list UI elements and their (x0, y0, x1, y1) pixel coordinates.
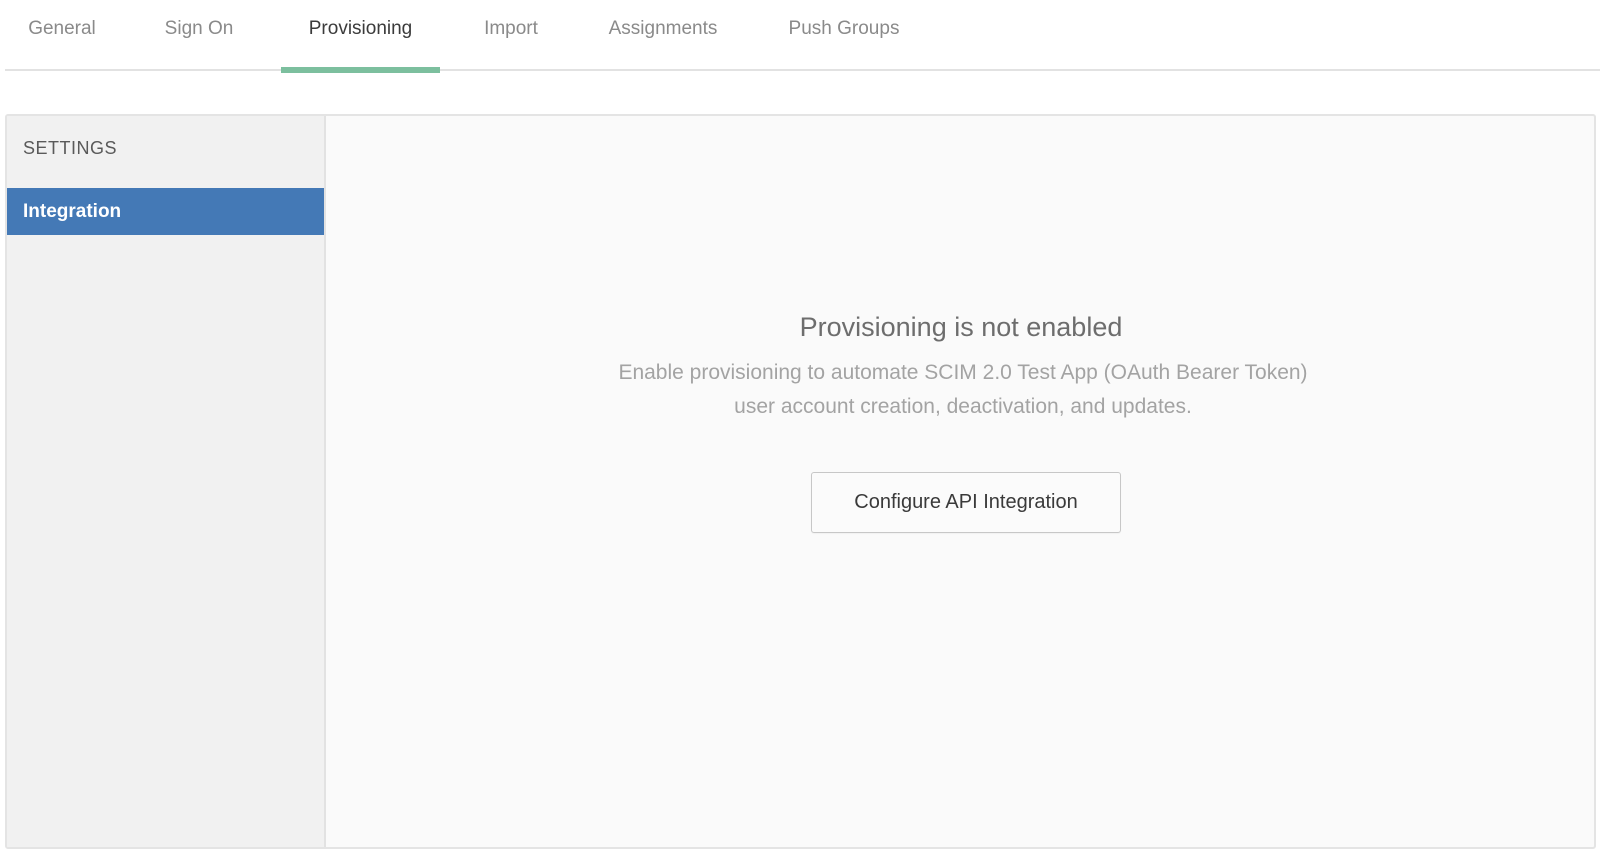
empty-state-description: Enable provisioning to automate SCIM 2.0… (618, 361, 1308, 418)
tab-label: Import (484, 18, 538, 39)
tab-sign-on[interactable]: Sign On (149, 0, 249, 71)
tab-general[interactable]: General (5, 0, 119, 71)
configure-api-integration-button[interactable]: Configure API Integration (811, 472, 1121, 533)
empty-state-title: Provisioning is not enabled (799, 312, 1123, 342)
provisioning-panel: SETTINGS Integration Provisioning is not… (5, 114, 1596, 849)
tab-label: Provisioning (308, 18, 413, 39)
tab-push-groups[interactable]: Push Groups (776, 0, 912, 71)
main-content: Provisioning is not enabled Enable provi… (328, 116, 1594, 847)
sidebar-heading: SETTINGS (23, 138, 118, 158)
sidebar-item-integration[interactable]: Integration (7, 188, 324, 235)
tab-assignments[interactable]: Assignments (595, 0, 731, 71)
tab-import[interactable]: Import (471, 0, 551, 71)
tab-label: General (28, 18, 96, 39)
tab-label: Assignments (608, 18, 718, 39)
tab-label: Push Groups (788, 18, 900, 39)
settings-sidebar: SETTINGS Integration (7, 116, 326, 847)
tab-bar: General Sign On Provisioning Import Assi… (5, 0, 1600, 73)
active-tab-indicator (281, 67, 440, 73)
tab-label: Sign On (164, 18, 234, 39)
tab-provisioning[interactable]: Provisioning (281, 0, 440, 73)
